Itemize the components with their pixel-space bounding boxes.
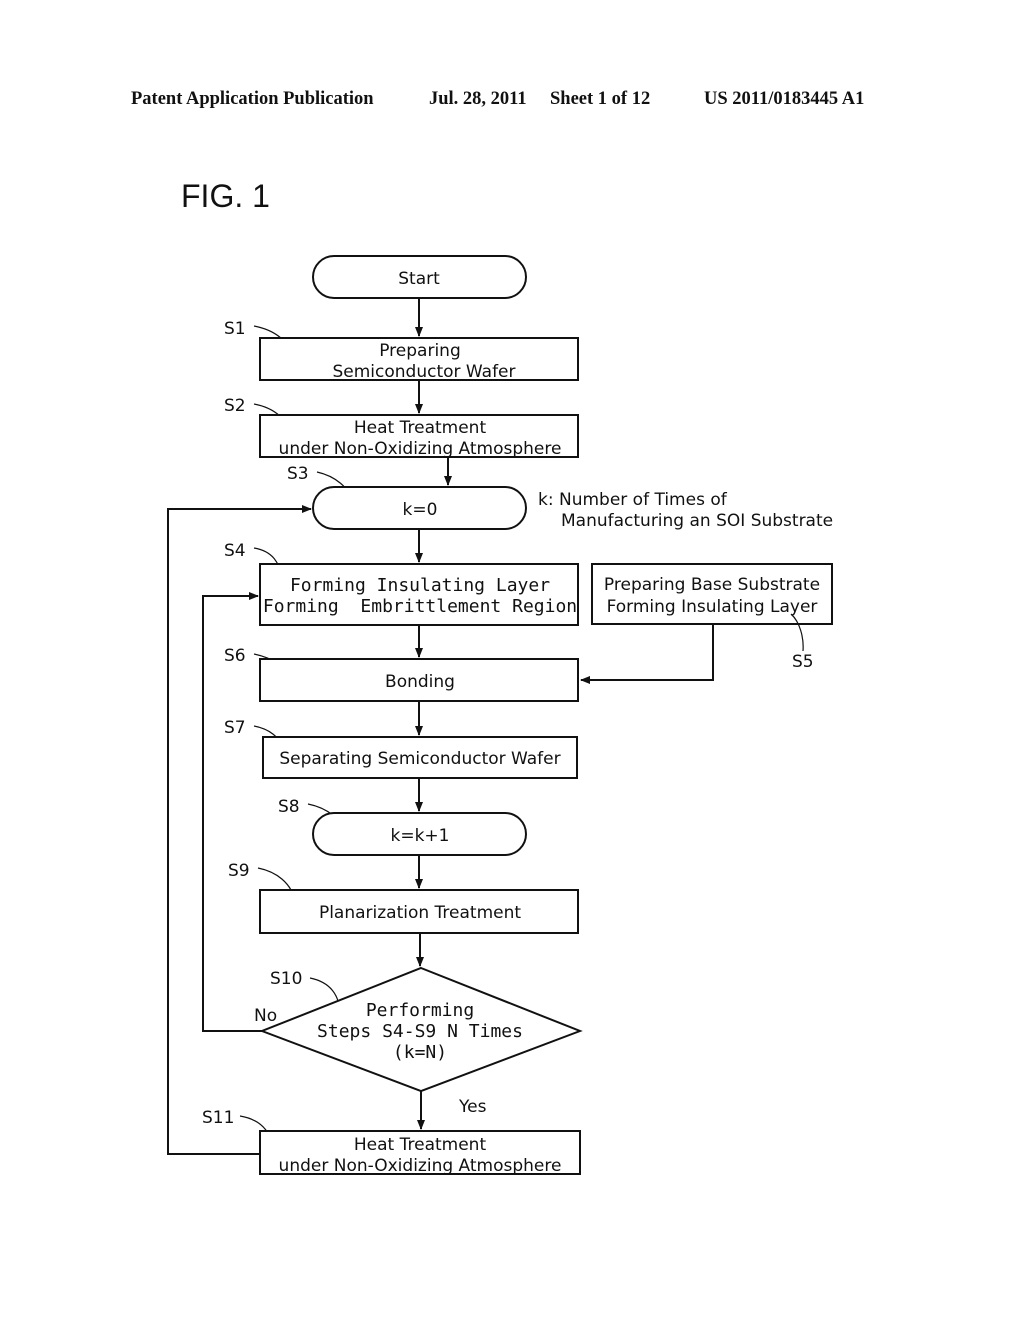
s5-line-2: Forming Insulating Layer [607, 597, 818, 617]
s8-text: k=k+1 [391, 826, 450, 846]
s10-line-1: Performing [366, 1000, 474, 1021]
step-label-s9: S9 [228, 861, 250, 881]
s4-line-1: Forming Insulating Layer [290, 575, 550, 596]
step-label-s2: S2 [224, 396, 246, 416]
decision-no-label: No [254, 1006, 277, 1026]
s4-line-2: Forming Embrittlement Region [263, 596, 577, 617]
s1-line-1: Preparing [379, 341, 461, 361]
step-s6: S6 Bonding [224, 646, 579, 702]
s11-line-2: under Non-Oxidizing Atmosphere [279, 1156, 562, 1176]
s7-text: Separating Semiconductor Wafer [279, 749, 560, 769]
step-s9: S9 Planarization Treatment [228, 861, 579, 934]
step-s8: S8 k=k+1 [278, 797, 527, 856]
s6-text: Bonding [385, 672, 455, 692]
start-label: Start [398, 269, 440, 289]
arrow-s5-s6 [580, 624, 714, 684]
step-s3: S3 k=0 [287, 464, 527, 530]
variable-note: k: Number of Times of Manufacturing an S… [538, 490, 833, 531]
step-label-s6: S6 [224, 646, 246, 666]
step-label-s4: S4 [224, 541, 246, 561]
s10-line-3: (k=N) [393, 1042, 447, 1063]
step-s4: S4 Forming Insulating Layer Forming Embr… [224, 541, 579, 626]
note-line-2: Manufacturing an SOI Substrate [561, 511, 833, 531]
step-label-s3: S3 [287, 464, 309, 484]
s11-line-1: Heat Treatment [354, 1135, 487, 1155]
step-label-s1: S1 [224, 319, 246, 339]
s5-line-1: Preparing Base Substrate [604, 575, 820, 595]
step-label-s7: S7 [224, 718, 246, 738]
step-s2: S2 Heat Treatment under Non-Oxidizing At… [224, 396, 579, 459]
decision-yes-label: Yes [458, 1097, 487, 1117]
step-s7: S7 Separating Semiconductor Wafer [224, 718, 578, 779]
step-s11: S11 Heat Treatment under Non-Oxidizing A… [202, 1108, 581, 1176]
step-s10-decision: S10 Performing Steps S4-S9 N Times (k=N)… [254, 966, 583, 1117]
s2-line-1: Heat Treatment [354, 418, 487, 438]
flowchart: Start S1 Preparing Semiconductor Wafer S… [167, 255, 833, 1176]
s9-text: Planarization Treatment [319, 903, 521, 923]
s1-line-2: Semiconductor Wafer [333, 362, 516, 382]
step-label-s5: S5 [792, 652, 814, 672]
step-label-s8: S8 [278, 797, 300, 817]
s3-text: k=0 [403, 500, 438, 520]
start-terminal: Start [312, 255, 527, 299]
step-label-s10: S10 [270, 969, 302, 989]
step-label-s11: S11 [202, 1108, 234, 1128]
s10-line-2: Steps S4-S9 N Times [317, 1021, 523, 1042]
s2-line-2: under Non-Oxidizing Atmosphere [279, 439, 562, 459]
note-line-1: k: Number of Times of [538, 490, 728, 510]
step-s1: S1 Preparing Semiconductor Wafer [224, 319, 579, 382]
